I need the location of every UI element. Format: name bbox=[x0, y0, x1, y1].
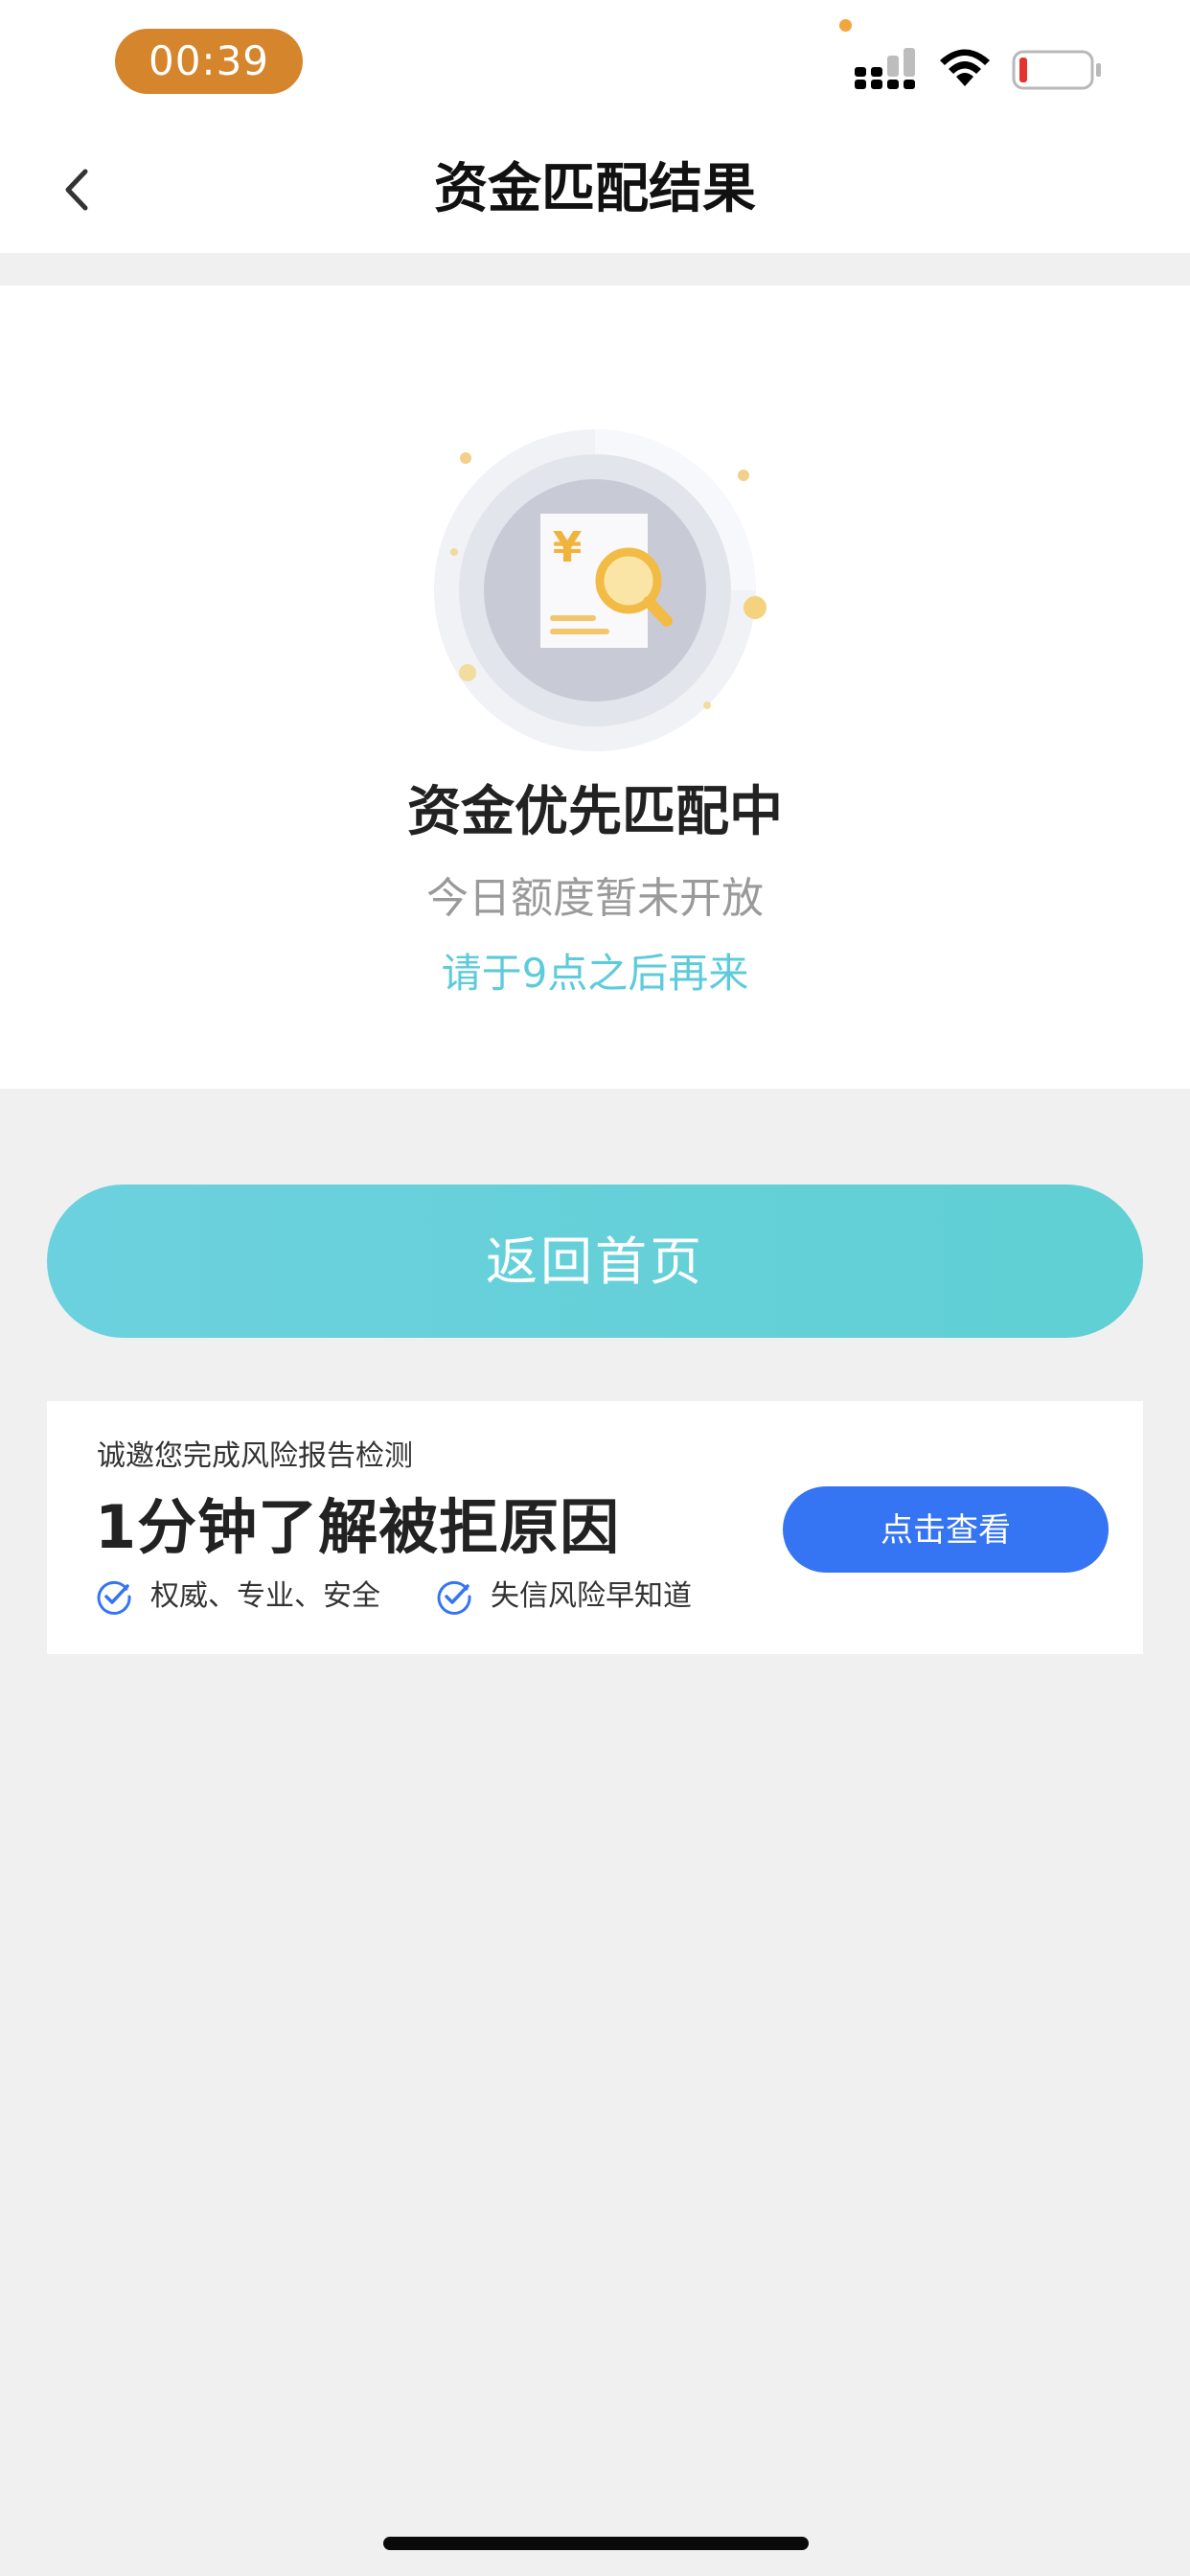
wifi-icon bbox=[940, 49, 990, 86]
check-circle-icon bbox=[97, 1580, 131, 1615]
result-hint: 请于9点之后再来 bbox=[441, 950, 749, 997]
view-report-button[interactable]: 点击查看 bbox=[783, 1486, 1109, 1573]
return-home-button[interactable]: 返回首页 bbox=[47, 1184, 1143, 1338]
document-search-icon: ¥ bbox=[434, 429, 767, 751]
home-indicator bbox=[383, 2537, 809, 2550]
svg-text:¥: ¥ bbox=[553, 523, 583, 572]
result-title: 资金优先匹配中 bbox=[407, 781, 783, 843]
feature-label: 失信风险早知道 bbox=[491, 1579, 692, 1613]
risk-report-card[interactable]: 诚邀您完成风险报告检测 1分钟了解被拒原因 权威、专业、安全 失信风险早知道 点… bbox=[47, 1401, 1143, 1654]
feature-label: 权威、专业、安全 bbox=[150, 1579, 380, 1613]
feature-item-credit-risk: 失信风险早知道 bbox=[435, 1576, 692, 1618]
result-card: ¥ 资金优先匹配中 今日额度暂未开放 请于9点之后再来 bbox=[0, 286, 1190, 1089]
privacy-indicator-dot bbox=[839, 19, 852, 32]
report-headline: 1分钟了解被拒原因 bbox=[95, 1492, 621, 1562]
report-invite-text: 诚邀您完成风险报告检测 bbox=[97, 1439, 413, 1473]
nav-bar: 资金匹配结果 bbox=[0, 126, 1190, 253]
result-subtitle: 今日额度暂未开放 bbox=[426, 874, 764, 923]
check-circle-icon bbox=[437, 1580, 471, 1615]
page-title: 资金匹配结果 bbox=[434, 158, 756, 220]
signal-icon bbox=[855, 48, 915, 89]
battery-icon bbox=[1012, 50, 1101, 90]
feature-item-authority: 权威、专业、安全 bbox=[95, 1576, 380, 1618]
status-bar: 00:39 bbox=[0, 0, 1190, 126]
status-time: 00:39 bbox=[115, 29, 303, 94]
